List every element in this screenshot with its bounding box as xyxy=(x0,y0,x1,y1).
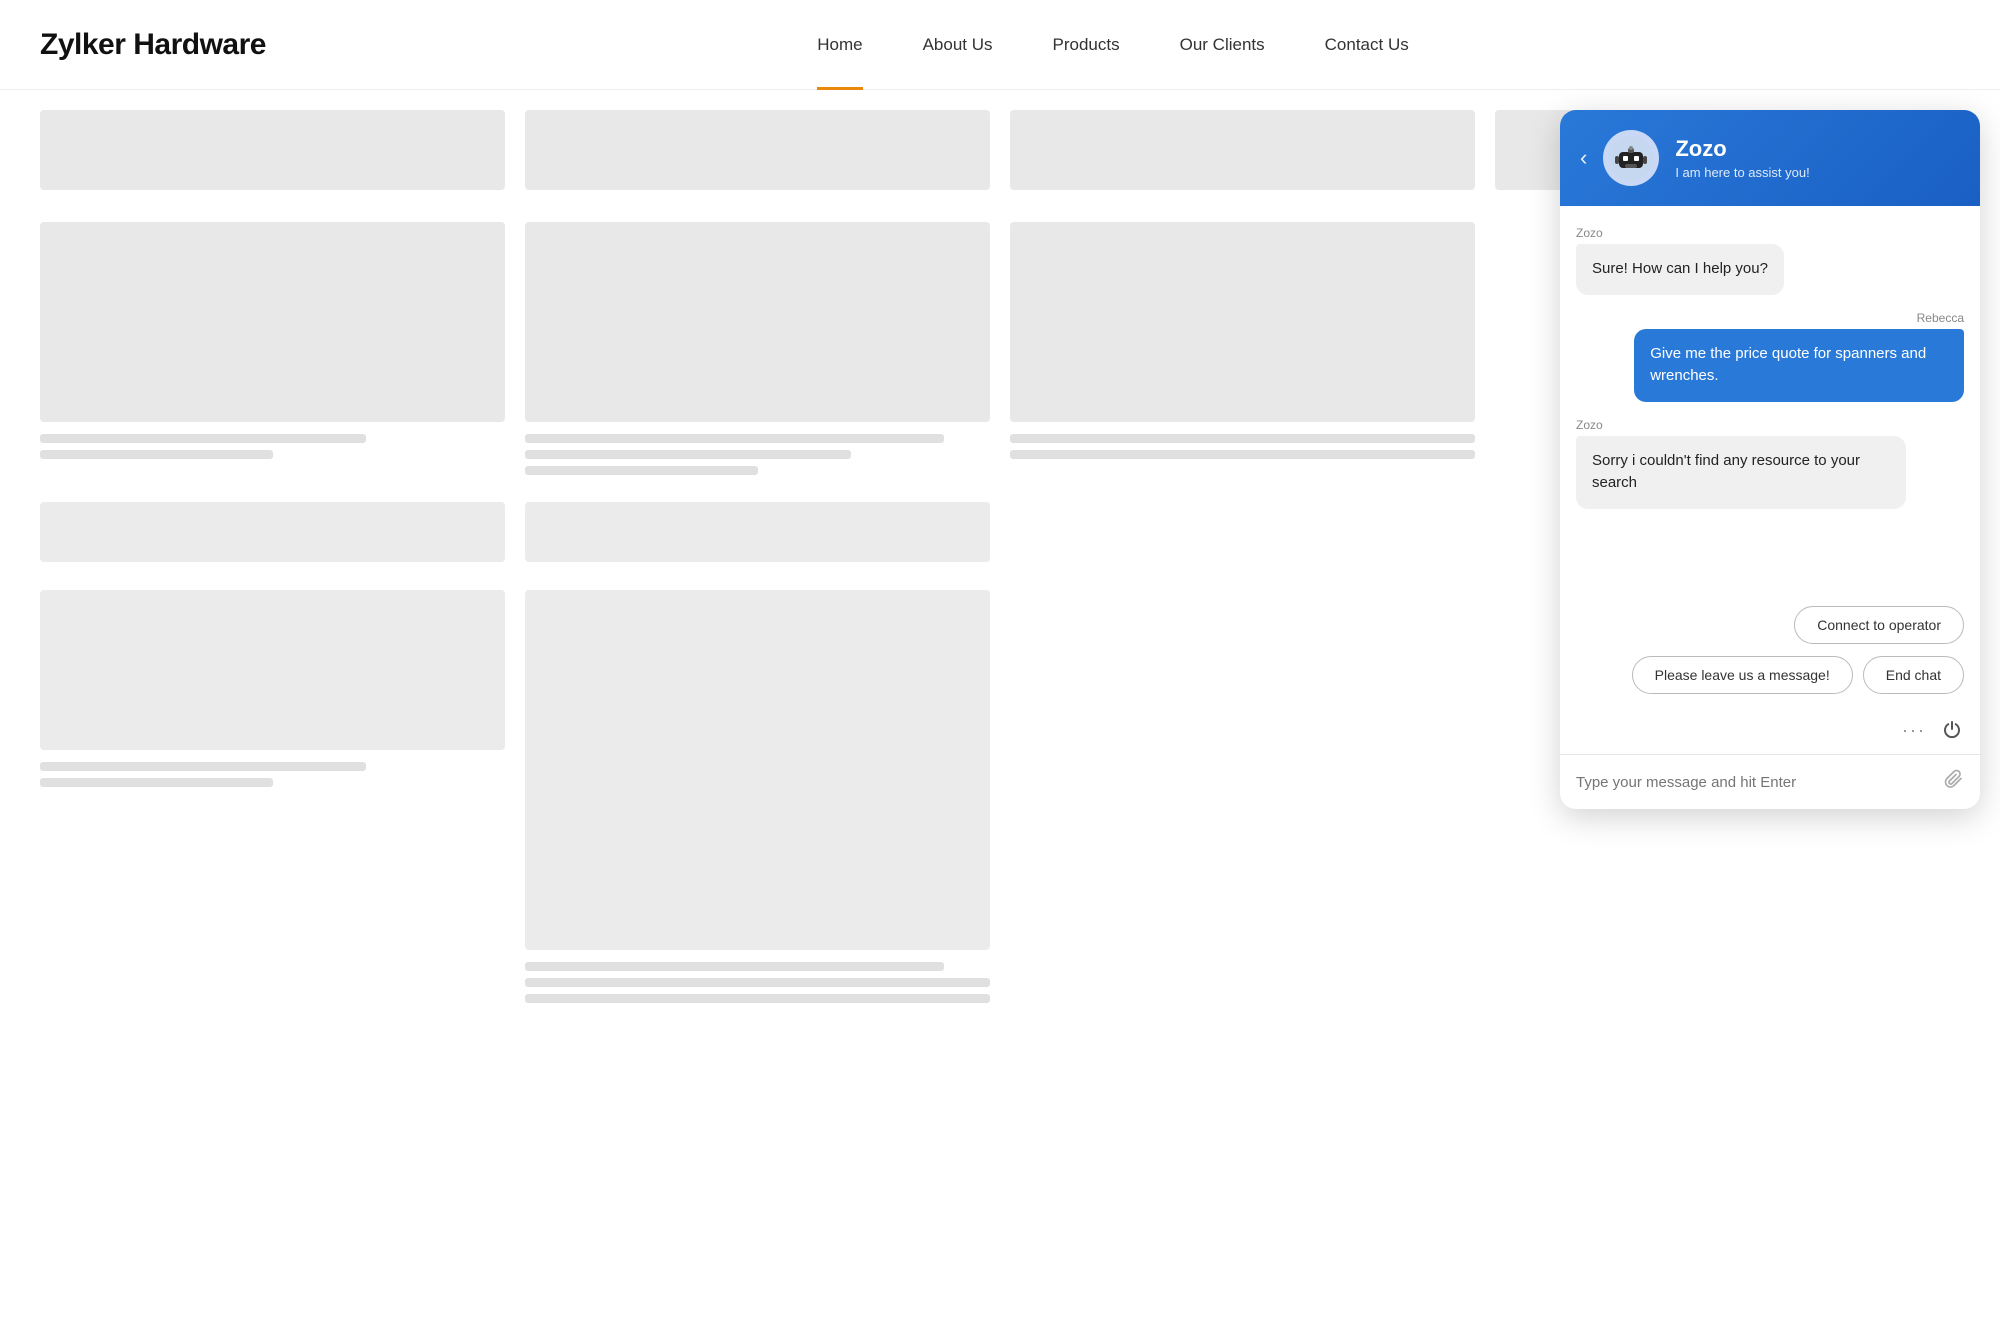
skeleton-line xyxy=(1010,434,1475,443)
skeleton-image xyxy=(40,590,505,750)
skeleton-line xyxy=(525,434,944,443)
skeleton-line xyxy=(40,762,366,771)
page-body: ‹ Zozo I am here to assist you! xyxy=(0,90,2000,1050)
skeleton-line xyxy=(40,778,273,787)
nav-links: Home About Us Products Our Clients Conta… xyxy=(817,35,1409,55)
skeleton-col xyxy=(525,110,990,202)
skeleton-line xyxy=(40,434,366,443)
power-icon[interactable] xyxy=(1940,718,1964,742)
chat-input-field[interactable] xyxy=(1576,774,1934,791)
chat-widget: ‹ Zozo I am here to assist you! xyxy=(1560,110,1980,809)
skeleton-image xyxy=(525,222,990,422)
navbar: Zylker Hardware Home About Us Products O… xyxy=(0,0,2000,90)
connect-operator-button[interactable]: Connect to operator xyxy=(1794,606,1964,644)
nav-item-contact[interactable]: Contact Us xyxy=(1325,35,1409,55)
message-bubble-2: Give me the price quote for spanners and… xyxy=(1634,329,1964,402)
message-sender-3: Zozo xyxy=(1576,418,1603,432)
message-sender-1: Zozo xyxy=(1576,226,1603,240)
skeleton-col xyxy=(525,222,990,482)
nav-item-clients[interactable]: Our Clients xyxy=(1180,35,1265,55)
message-group-3: Zozo Sorry i couldn't find any resource … xyxy=(1576,418,1964,509)
nav-item-products[interactable]: Products xyxy=(1053,35,1120,55)
skeleton-image xyxy=(40,110,505,190)
message-group-1: Zozo Sure! How can I help you? xyxy=(1576,226,1964,295)
chat-actions: Connect to operator Please leave us a me… xyxy=(1560,606,1980,710)
nav-item-about[interactable]: About Us xyxy=(923,35,993,55)
skeleton-line xyxy=(525,466,758,475)
skeleton-col xyxy=(1010,110,1475,202)
message-sender-2: Rebecca xyxy=(1917,311,1964,325)
chat-menu-dots[interactable]: ··· xyxy=(1902,720,1926,741)
chat-avatar xyxy=(1603,130,1659,186)
robot-avatar-icon xyxy=(1609,136,1653,180)
nav-item-home[interactable]: Home xyxy=(817,35,862,55)
skeleton-image xyxy=(1010,222,1475,422)
skeleton-line xyxy=(525,978,990,987)
chat-action-row: Please leave us a message! End chat xyxy=(1632,656,1964,694)
skeleton-line xyxy=(525,962,944,971)
chat-input-area[interactable] xyxy=(1560,754,1980,809)
skeleton-col xyxy=(1010,222,1475,482)
message-bubble-1: Sure! How can I help you? xyxy=(1576,244,1784,295)
skeleton-line xyxy=(40,450,273,459)
skeleton-image xyxy=(525,110,990,190)
end-chat-button[interactable]: End chat xyxy=(1863,656,1964,694)
skeleton-image xyxy=(1010,110,1475,190)
skeleton-image xyxy=(40,222,505,422)
chat-header: ‹ Zozo I am here to assist you! xyxy=(1560,110,1980,206)
skeleton-image xyxy=(525,590,990,950)
chat-back-button[interactable]: ‹ xyxy=(1580,145,1587,171)
chat-bot-name: Zozo xyxy=(1675,136,1960,162)
chat-header-info: Zozo I am here to assist you! xyxy=(1675,136,1960,180)
brand-logo: Zylker Hardware xyxy=(40,28,266,62)
skeleton-col xyxy=(40,222,505,482)
skeleton-line xyxy=(525,994,990,1003)
leave-message-button[interactable]: Please leave us a message! xyxy=(1632,656,1853,694)
skeleton-col xyxy=(40,110,505,202)
message-bubble-3: Sorry i couldn't find any resource to yo… xyxy=(1576,436,1906,509)
skeleton-line xyxy=(1010,450,1475,459)
message-group-2: Rebecca Give me the price quote for span… xyxy=(1576,311,1964,402)
skeleton-image xyxy=(40,502,505,562)
attach-icon[interactable] xyxy=(1944,769,1964,795)
chat-bot-subtitle: I am here to assist you! xyxy=(1675,165,1960,180)
skeleton-image xyxy=(525,502,990,562)
chat-toolbar: ··· xyxy=(1560,710,1980,754)
chat-messages: Zozo Sure! How can I help you? Rebecca G… xyxy=(1560,206,1980,606)
skeleton-line xyxy=(525,450,851,459)
